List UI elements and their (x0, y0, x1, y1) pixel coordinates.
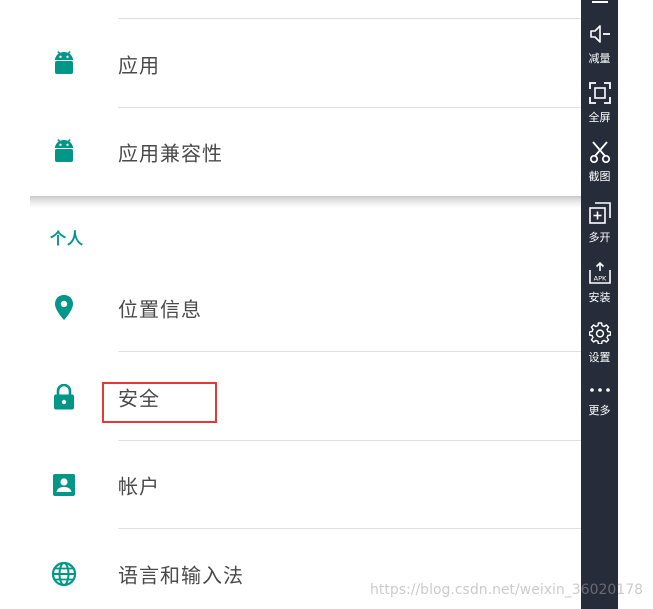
screenshot-button[interactable]: 截图 (581, 138, 618, 194)
tool-label: 减量 (588, 52, 611, 65)
tool-label: 全屏 (588, 111, 611, 124)
settings-item-label: 位置信息 (118, 297, 202, 322)
settings-item-apps[interactable]: 应用 (30, 20, 581, 108)
settings-list: 应用 应用兼容性 个人 位置信息 安全 帐户 语言和输入法 (30, 0, 581, 609)
tool-label: 安装 (588, 291, 611, 304)
section-title-personal: 个人 (50, 229, 85, 248)
more-button[interactable]: 更多 (581, 380, 618, 436)
highlight-box (102, 382, 217, 423)
settings-item-app-compat[interactable]: 应用兼容性 (30, 108, 581, 196)
volume-down-icon (588, 22, 612, 46)
settings-item-label: 语言和输入法 (118, 563, 244, 588)
location-pin-icon (50, 294, 78, 322)
settings-item-location[interactable]: 位置信息 (30, 264, 581, 352)
tool-label: 更多 (588, 404, 611, 417)
volume-down-button[interactable]: 减量 (581, 20, 618, 76)
section-divider (30, 196, 581, 208)
settings-button[interactable]: 设置 (581, 319, 618, 375)
emulator-sidebar: 减量 全屏 截图 多开 APK 安装 设置 更多 (581, 0, 618, 609)
account-box-icon (50, 471, 78, 499)
tool-label: 截图 (588, 170, 611, 183)
sidebar-partial-item (592, 0, 608, 3)
fullscreen-icon (588, 81, 612, 105)
settings-item-label: 应用 (118, 53, 160, 78)
settings-item-language-input[interactable]: 语言和输入法 (30, 530, 581, 609)
android-icon (50, 50, 78, 78)
svg-text:APK: APK (593, 275, 606, 283)
tool-label: 设置 (588, 351, 611, 364)
install-apk-button[interactable]: APK 安装 (581, 259, 618, 315)
globe-icon (50, 560, 78, 588)
apk-install-icon: APK (588, 261, 612, 285)
divider (118, 18, 581, 19)
multi-instance-button[interactable]: 多开 (581, 199, 618, 255)
tool-label: 多开 (588, 231, 611, 244)
fullscreen-button[interactable]: 全屏 (581, 79, 618, 135)
lock-icon (50, 383, 78, 411)
scissors-icon (588, 140, 612, 164)
settings-item-label: 应用兼容性 (118, 141, 223, 166)
divider (118, 351, 581, 352)
more-dots-icon (588, 382, 612, 398)
settings-item-label: 帐户 (118, 474, 160, 499)
android-icon (50, 138, 78, 166)
settings-item-accounts[interactable]: 帐户 (30, 441, 581, 529)
gear-icon (588, 321, 612, 345)
divider (118, 528, 581, 529)
multi-instance-icon (588, 201, 612, 225)
